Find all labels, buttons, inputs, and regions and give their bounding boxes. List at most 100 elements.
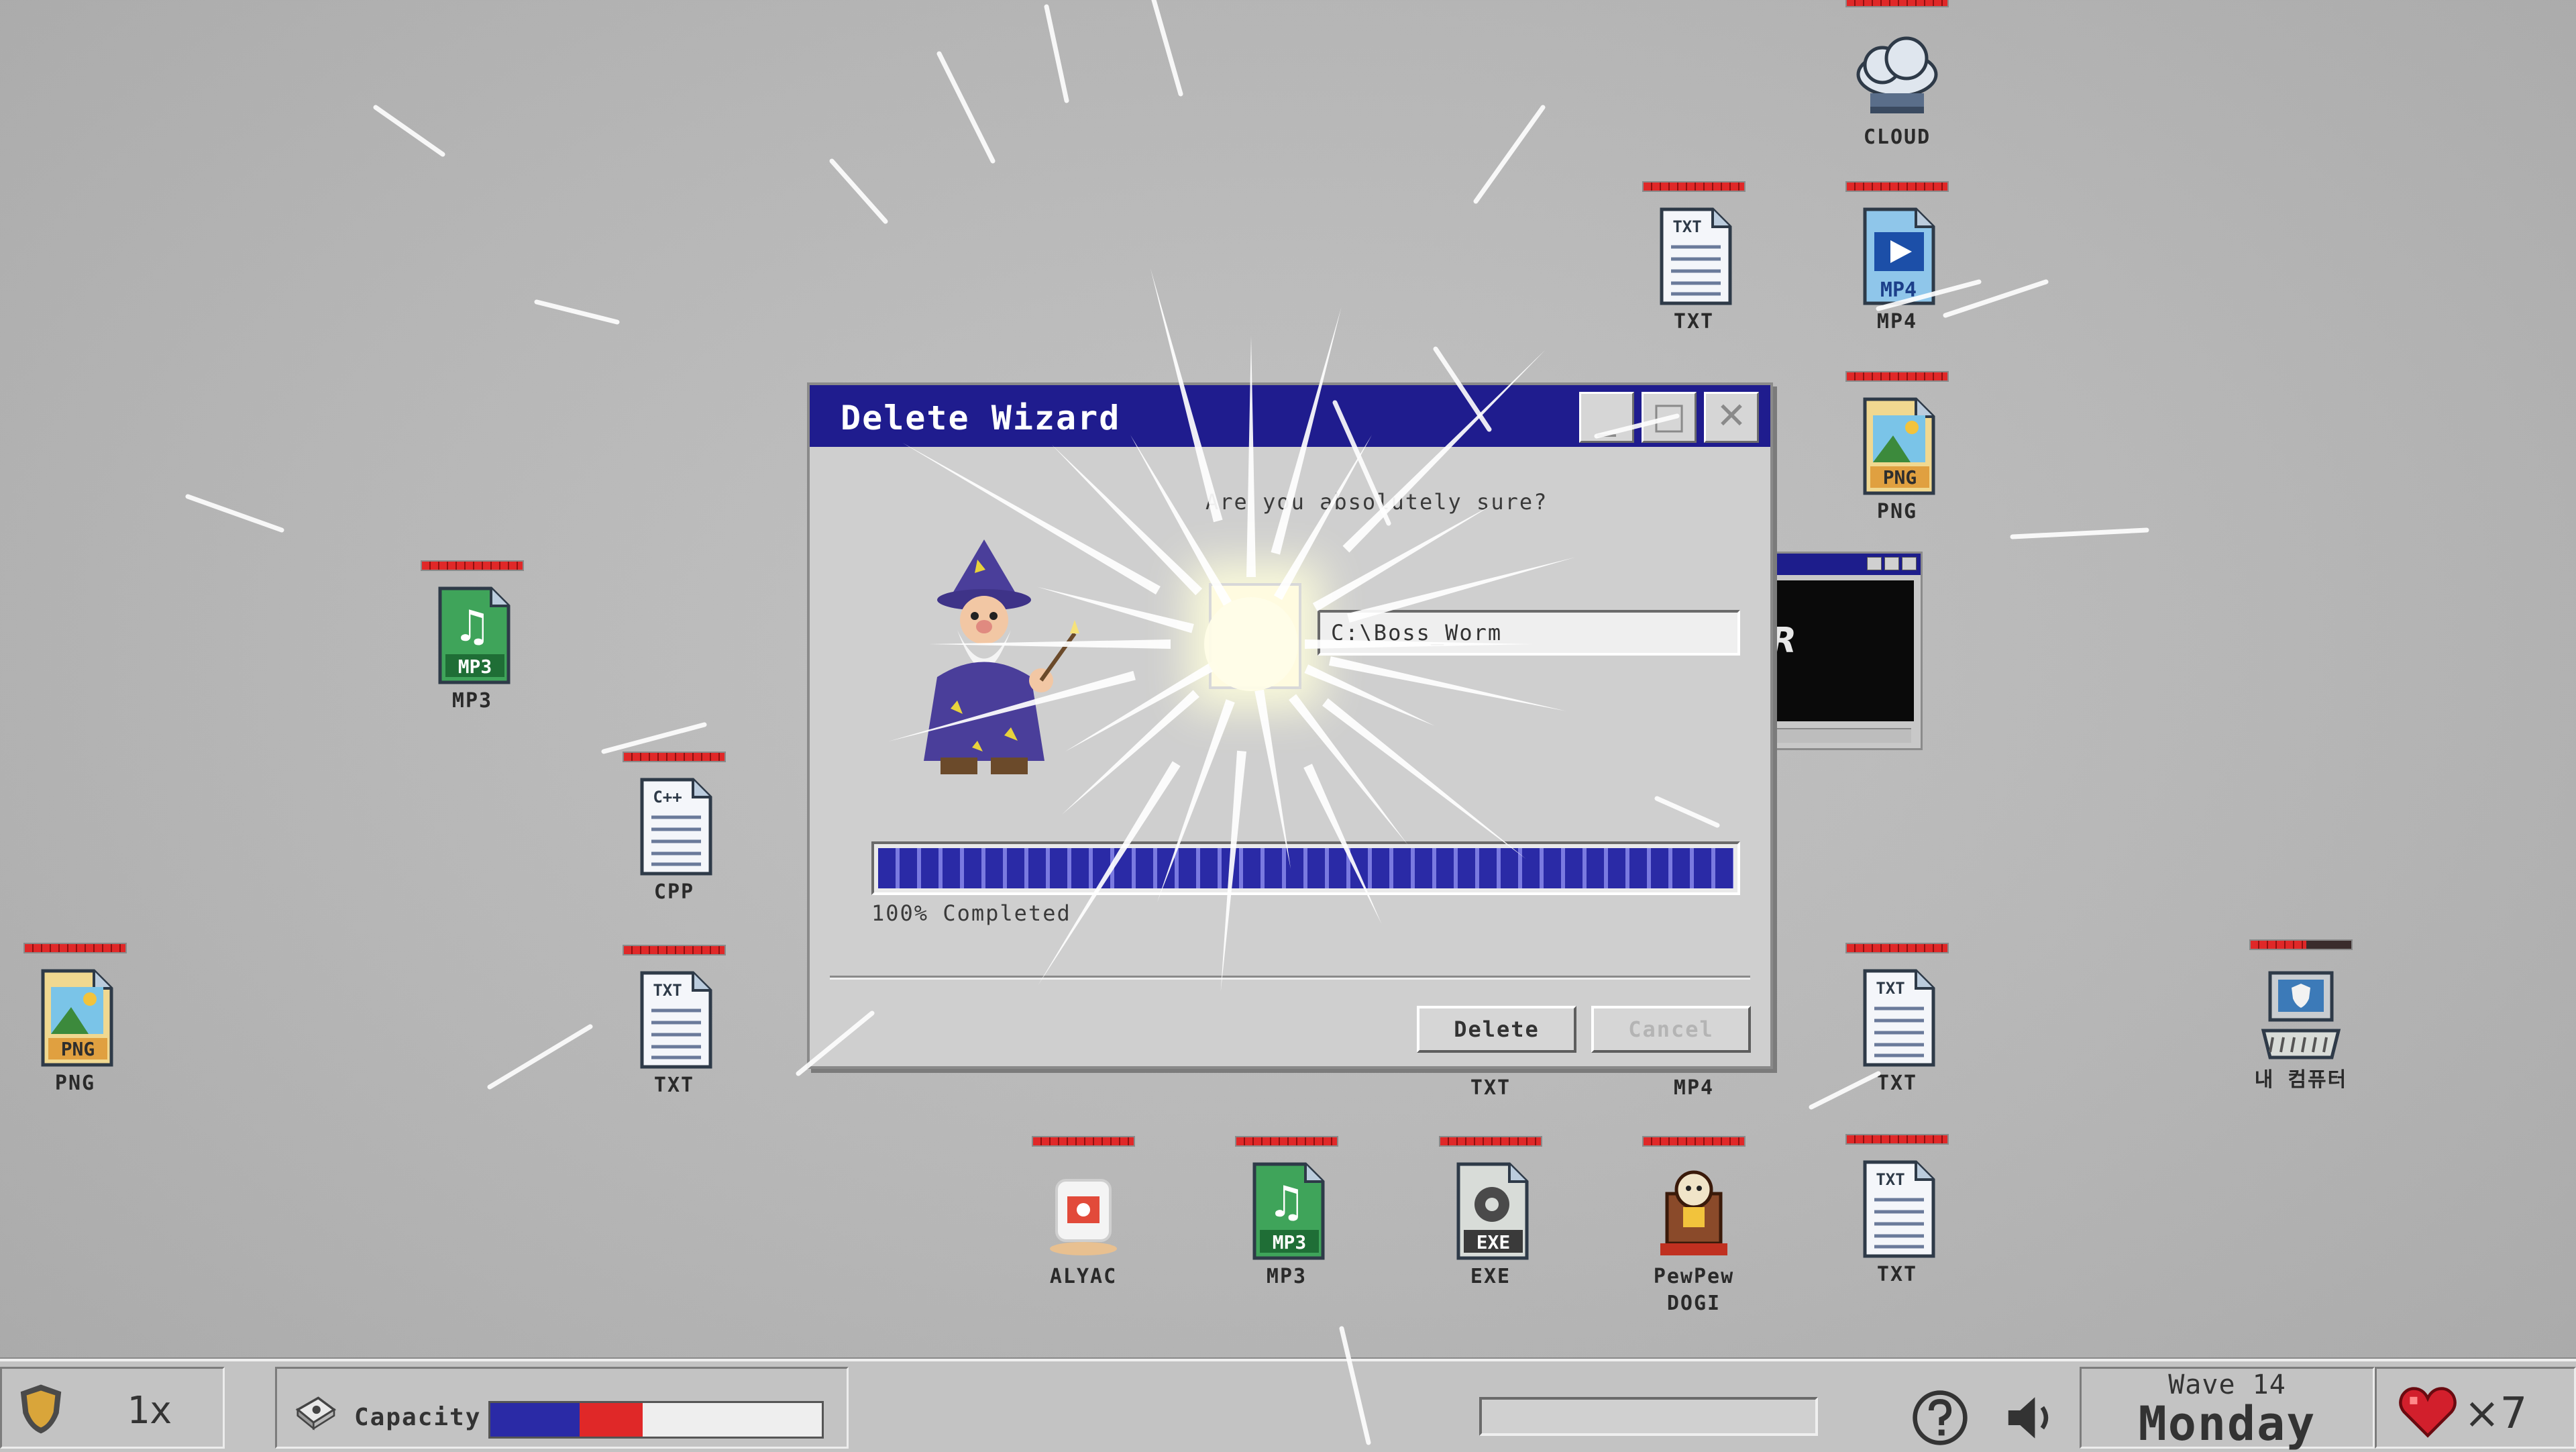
hp-bar bbox=[1845, 1134, 1949, 1145]
svg-text:TXT: TXT bbox=[653, 981, 682, 1000]
hp-bar bbox=[1235, 1136, 1338, 1147]
svg-text:♫: ♫ bbox=[1267, 1178, 1305, 1227]
hp-bar bbox=[623, 751, 726, 762]
desktop-icon-exe[interactable]: EXE EXE bbox=[1417, 1136, 1564, 1290]
mini-media-window[interactable]: R bbox=[1754, 552, 1923, 750]
exe-file-icon: EXE bbox=[1444, 1160, 1538, 1261]
cpp-file-icon: C++ bbox=[627, 776, 721, 876]
hp-bar-fill bbox=[1847, 944, 1947, 952]
burst-streak bbox=[1044, 4, 1069, 103]
mini-window-controls[interactable] bbox=[1759, 728, 1911, 743]
wizard-icon bbox=[924, 539, 1079, 774]
icon-label: TXT bbox=[1876, 1072, 1918, 1095]
hp-bar-fill bbox=[1847, 0, 1947, 6]
mp3-file-icon: ♫ MP3 bbox=[425, 584, 519, 685]
icon-label: EXE bbox=[1470, 1265, 1511, 1288]
burst-streak bbox=[534, 299, 620, 325]
svg-text:MP4: MP4 bbox=[1880, 278, 1917, 302]
burst-streak bbox=[936, 51, 996, 164]
hp-bar bbox=[1642, 181, 1746, 192]
minimize-button[interactable]: _ bbox=[1579, 392, 1634, 443]
desktop-icon-mp4[interactable]: MP4 MP4 bbox=[1823, 181, 1971, 335]
desktop-icon-txt[interactable]: TXT TXT bbox=[600, 945, 748, 1099]
mp4-file-icon: MP4 bbox=[1850, 205, 1944, 306]
icon-label: PewPew DOGI bbox=[1653, 1265, 1735, 1315]
svg-text:MP3: MP3 bbox=[1273, 1231, 1307, 1253]
burst-streak bbox=[2010, 527, 2149, 539]
hp-bar bbox=[623, 945, 726, 955]
shield-icon bbox=[20, 1384, 62, 1434]
help-icon[interactable] bbox=[1911, 1388, 1970, 1447]
hp-bar-fill bbox=[1644, 1137, 1744, 1145]
capacity-panel: Capacity bbox=[275, 1367, 849, 1449]
close-button[interactable]: ✕ bbox=[1704, 392, 1759, 443]
txt-file-icon: TXT bbox=[627, 969, 721, 1070]
cloud-icon bbox=[1850, 21, 1944, 121]
capacity-bar-used bbox=[490, 1403, 580, 1437]
hp-bar bbox=[1439, 1136, 1542, 1147]
speaker-icon[interactable] bbox=[2002, 1388, 2061, 1447]
icon-label: PNG bbox=[1876, 500, 1918, 523]
confirm-question: Are you absolutely sure? bbox=[1205, 489, 1548, 515]
desktop-icon-txt[interactable]: TXT TXT bbox=[1823, 1134, 1971, 1288]
capacity-label: Capacity bbox=[354, 1404, 482, 1431]
icon-label: TXT bbox=[1470, 1076, 1511, 1100]
mini-maximize-icon[interactable] bbox=[1884, 557, 1899, 570]
png-file-icon: PNG bbox=[1850, 395, 1944, 496]
hp-bar-fill bbox=[1644, 183, 1744, 191]
dialog-titlebar[interactable]: Delete Wizard _ □ ✕ bbox=[810, 385, 1770, 447]
heart-icon bbox=[2399, 1387, 2457, 1438]
desktop-icon-cloud[interactable]: CLOUD bbox=[1823, 0, 1971, 151]
icon-label: MP3 bbox=[451, 689, 493, 713]
cancel-button[interactable]: Cancel bbox=[1591, 1006, 1751, 1053]
maximize-button[interactable]: □ bbox=[1642, 392, 1697, 443]
mini-window-titlebar[interactable] bbox=[1756, 554, 1921, 575]
txt-file-icon: TXT bbox=[1850, 967, 1944, 1068]
dialog-divider bbox=[830, 976, 1750, 980]
desktop-icon-cpp[interactable]: C++ CPP bbox=[600, 751, 748, 906]
icon-label: TXT bbox=[1876, 1263, 1918, 1286]
mp3-file-icon: ♫ MP3 bbox=[1240, 1160, 1334, 1261]
capacity-bar bbox=[488, 1401, 824, 1439]
svg-text:EXE: EXE bbox=[1477, 1231, 1511, 1253]
hp-bar-fill bbox=[25, 944, 125, 952]
hp-bar bbox=[1845, 181, 1949, 192]
hp-bar-fill bbox=[422, 562, 523, 570]
delete-button[interactable]: Delete bbox=[1417, 1006, 1576, 1053]
burst-streak bbox=[601, 722, 707, 754]
speed-panel[interactable]: 1x bbox=[0, 1367, 225, 1449]
desktop-icon-mp3[interactable]: ♫ MP3 MP3 bbox=[398, 560, 546, 715]
desktop-icon-my-computer[interactable]: 내 컴퓨터 bbox=[2227, 939, 2375, 1094]
desktop-icon-txt[interactable]: TXT TXT bbox=[1823, 943, 1971, 1097]
mini-window-icon: R bbox=[1770, 621, 1797, 661]
icon-label: CLOUD bbox=[1863, 125, 1931, 149]
icon-label: MP4 bbox=[1673, 1076, 1715, 1100]
hp-bar bbox=[2249, 939, 2353, 950]
desktop-icon-png[interactable]: PNG PNG bbox=[1, 943, 149, 1097]
target-path-field[interactable]: C:\Boss_Worm bbox=[1318, 610, 1740, 656]
desktop-icon-pewpew-dogi[interactable]: PewPew DOGI bbox=[1620, 1136, 1768, 1315]
icon-label: PNG bbox=[54, 1072, 96, 1095]
desktop-icon-png[interactable]: PNG PNG bbox=[1823, 371, 1971, 525]
capacity-bar-infected bbox=[580, 1403, 643, 1437]
desktop-icon-txt[interactable]: TXT TXT bbox=[1620, 181, 1768, 335]
mini-close-icon[interactable] bbox=[1902, 557, 1917, 570]
icon-label: MP4 bbox=[1876, 310, 1918, 333]
icon-label: TXT bbox=[653, 1074, 695, 1097]
icon-label: ALYAC bbox=[1049, 1265, 1118, 1288]
progress-fill bbox=[878, 848, 1733, 888]
hp-bar bbox=[421, 560, 524, 571]
svg-text:TXT: TXT bbox=[1876, 1170, 1904, 1189]
hp-bar bbox=[1032, 1136, 1135, 1147]
icon-label: 내 컴퓨터 bbox=[2254, 1068, 2348, 1092]
taskbar: 1x Capacity Wave 14 Monday ×7 bbox=[0, 1359, 2576, 1452]
desktop-icon-alyac[interactable]: ALYAC bbox=[1010, 1136, 1157, 1290]
mini-minimize-icon[interactable] bbox=[1867, 557, 1882, 570]
mini-window-screen: R bbox=[1756, 580, 1914, 721]
alyac-icon bbox=[1036, 1160, 1130, 1261]
game-speed[interactable]: 1x bbox=[127, 1389, 172, 1433]
desktop-icon-mp3[interactable]: ♫ MP3 MP3 bbox=[1213, 1136, 1360, 1290]
hp-bar-fill bbox=[624, 753, 724, 761]
disk-icon bbox=[295, 1396, 337, 1431]
burst-streak bbox=[185, 494, 284, 533]
